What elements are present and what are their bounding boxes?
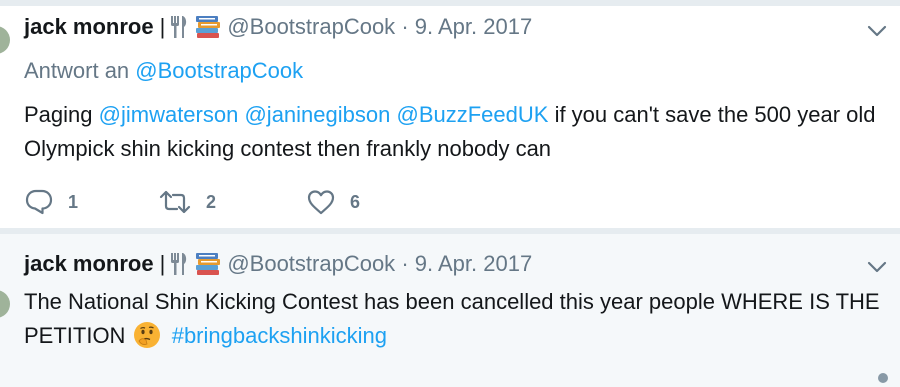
books-icon [195, 252, 221, 276]
avatar[interactable] [0, 290, 10, 318]
tweet-date[interactable]: · 9. Apr. 2017 [395, 251, 532, 277]
books-icon [195, 15, 221, 39]
tweet-date[interactable]: · 9. Apr. 2017 [395, 14, 532, 40]
author-name[interactable]: jack monroe [24, 251, 154, 277]
tweet-text: The National Shin Kicking Contest has be… [24, 285, 889, 353]
reply-icon [25, 189, 53, 215]
tweet-actions: 1 2 6 [24, 188, 360, 216]
author-handle[interactable]: @BootstrapCook [227, 251, 395, 277]
fork-knife-icon [169, 252, 189, 276]
tweet-reply[interactable]: jack monroe | @BootstrapCook · 9. Apr. 2… [0, 6, 900, 228]
tweet-original[interactable]: jack monroe | @BootstrapCook · 9. Apr. 2… [0, 234, 900, 387]
author-name[interactable]: jack monroe [24, 14, 154, 40]
chevron-down-icon[interactable] [866, 256, 888, 278]
like-count: 6 [350, 191, 361, 212]
mention-link[interactable]: @janinegibson [244, 102, 390, 127]
tweet-header: jack monroe | @BootstrapCook · 9. Apr. 2… [24, 251, 532, 277]
mention-link[interactable]: @BuzzFeedUK [396, 102, 548, 127]
reply-count: 1 [68, 191, 79, 212]
mention-link[interactable]: @jimwaterson [99, 102, 239, 127]
tweet-date-text: · 9. Apr. 2017 [401, 14, 533, 39]
retweet-button[interactable]: 2 [158, 189, 306, 215]
avatar[interactable] [0, 26, 10, 54]
author-handle[interactable]: @BootstrapCook [227, 14, 395, 40]
tweet-thread-page: jack monroe | @BootstrapCook · 9. Apr. 2… [0, 0, 900, 387]
chevron-down-icon[interactable] [866, 20, 888, 42]
reply-button[interactable]: 1 [24, 188, 158, 216]
heart-icon [307, 190, 335, 215]
tweet-text: Paging @jimwaterson @janinegibson @BuzzF… [24, 98, 884, 166]
tweet-header: jack monroe | @BootstrapCook · 9. Apr. 2… [24, 14, 532, 40]
fork-knife-icon [169, 15, 189, 39]
retweet-icon [159, 190, 191, 214]
scroll-indicator [878, 373, 888, 383]
thinking-face-icon [133, 322, 160, 348]
tweet-text-intro: Paging [24, 102, 93, 127]
hashtag-link[interactable]: #bringbackshinkicking [172, 323, 387, 348]
retweet-count: 2 [206, 191, 217, 212]
reply-context: Antwort an @BootstrapCook [24, 58, 303, 84]
reply-handle-link[interactable]: @BootstrapCook [135, 58, 303, 83]
name-separator: | [159, 251, 166, 276]
name-separator: | [159, 14, 166, 39]
tweet-date-text: · 9. Apr. 2017 [401, 251, 533, 276]
reply-prefix: Antwort an [24, 58, 130, 83]
like-button[interactable]: 6 [306, 188, 360, 216]
